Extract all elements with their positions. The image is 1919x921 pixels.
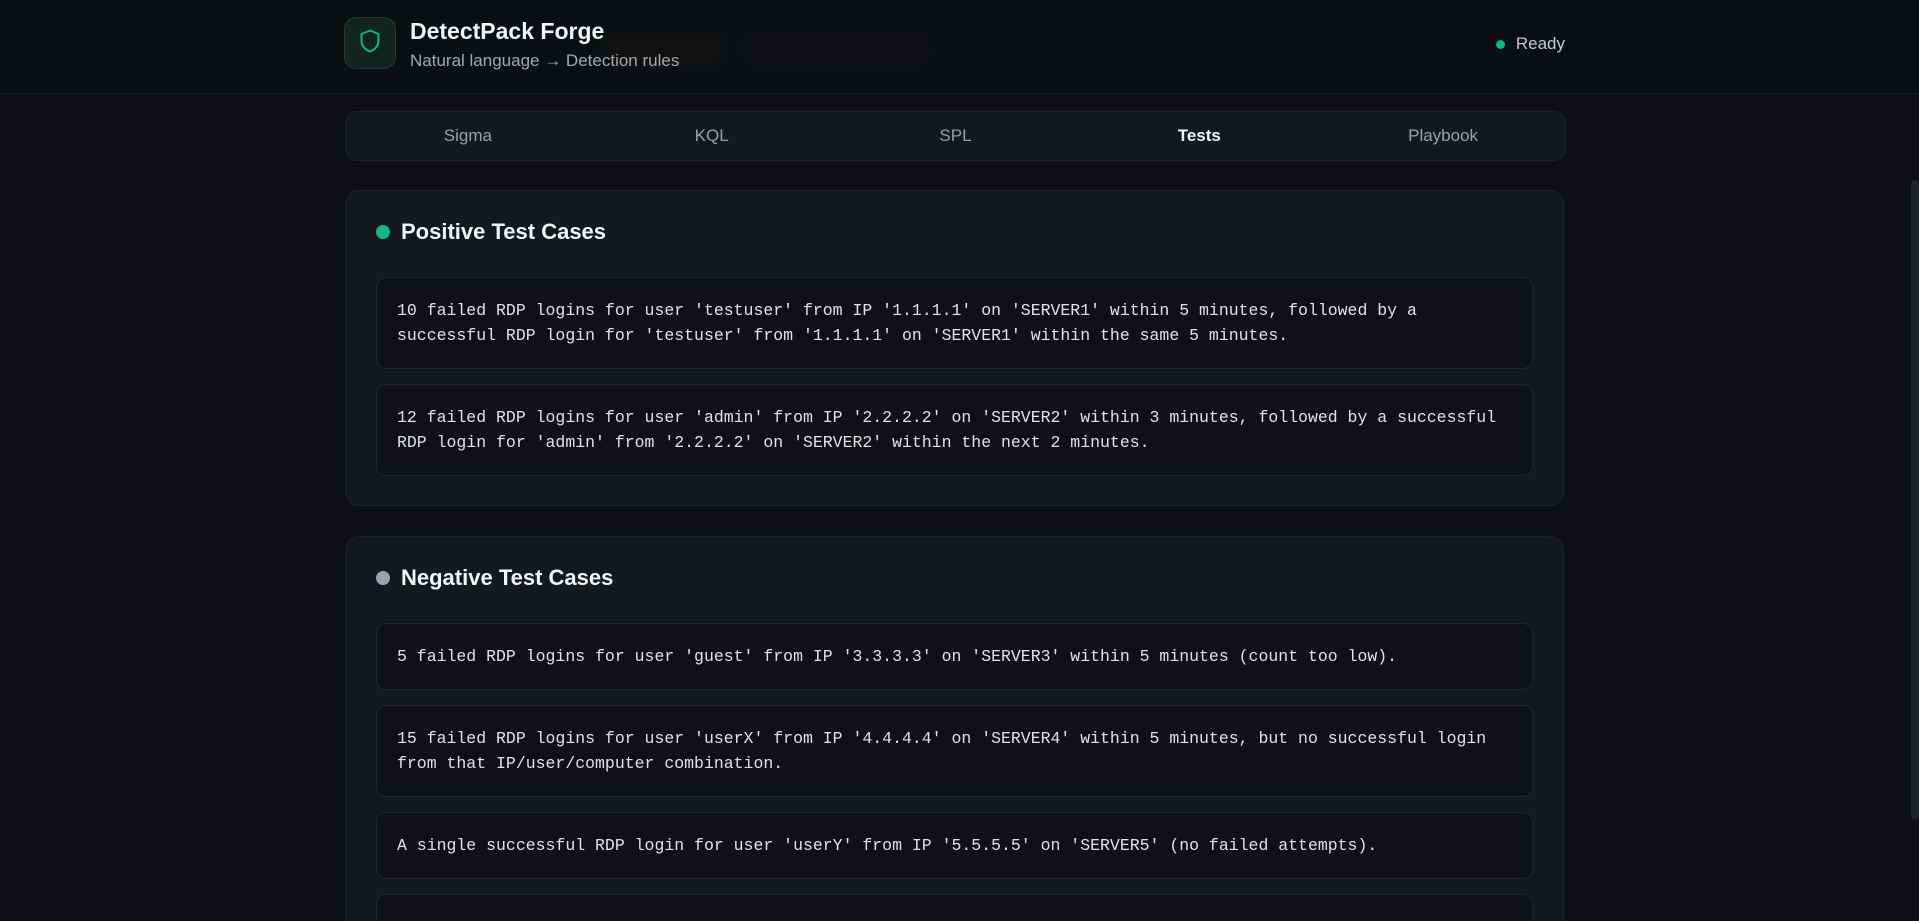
page-scrollbar[interactable]	[1911, 180, 1919, 820]
app-subtitle: Natural language → Detection rules	[410, 51, 680, 70]
tab-spl[interactable]: SPL	[834, 112, 1078, 160]
tab-kql[interactable]: KQL	[590, 112, 834, 160]
negative-test-case-partial	[376, 894, 1533, 921]
tab-sigma[interactable]: Sigma	[346, 112, 590, 160]
output-tabs: Sigma KQL SPL Tests Playbook	[345, 111, 1566, 161]
negative-test-case: A single successful RDP login for user '…	[376, 812, 1533, 879]
status-indicator: Ready	[1495, 34, 1565, 54]
app-logo	[344, 17, 396, 69]
positive-section-title: Positive Test Cases	[376, 219, 606, 245]
tab-tests[interactable]: Tests	[1077, 112, 1321, 160]
negative-test-case: 5 failed RDP logins for user 'guest' fro…	[376, 623, 1533, 690]
app-header: DetectPack Forge Natural language → Dete…	[0, 0, 1919, 94]
negative-test-case: 15 failed RDP logins for user 'userX' fr…	[376, 705, 1533, 797]
positive-test-case: 10 failed RDP logins for user 'testuser'…	[376, 277, 1533, 369]
negative-section-title: Negative Test Cases	[376, 565, 613, 591]
positive-title-text: Positive Test Cases	[401, 219, 607, 244]
shield-icon	[359, 29, 381, 58]
negative-title-text: Negative Test Cases	[401, 565, 614, 590]
app-page: DetectPack Forge Natural language → Dete…	[0, 0, 1919, 921]
negative-test-cases-card: Negative Test Cases 5 failed RDP logins …	[345, 536, 1564, 921]
status-label: Ready	[1515, 34, 1565, 53]
positive-status-dot	[376, 225, 390, 239]
app-title: DetectPack Forge	[410, 18, 605, 44]
tab-playbook[interactable]: Playbook	[1321, 112, 1565, 160]
positive-test-case: 12 failed RDP logins for user 'admin' fr…	[376, 384, 1533, 476]
negative-status-dot	[376, 571, 390, 585]
status-dot	[1495, 39, 1505, 49]
positive-test-cases-card: Positive Test Cases 10 failed RDP logins…	[345, 190, 1564, 506]
